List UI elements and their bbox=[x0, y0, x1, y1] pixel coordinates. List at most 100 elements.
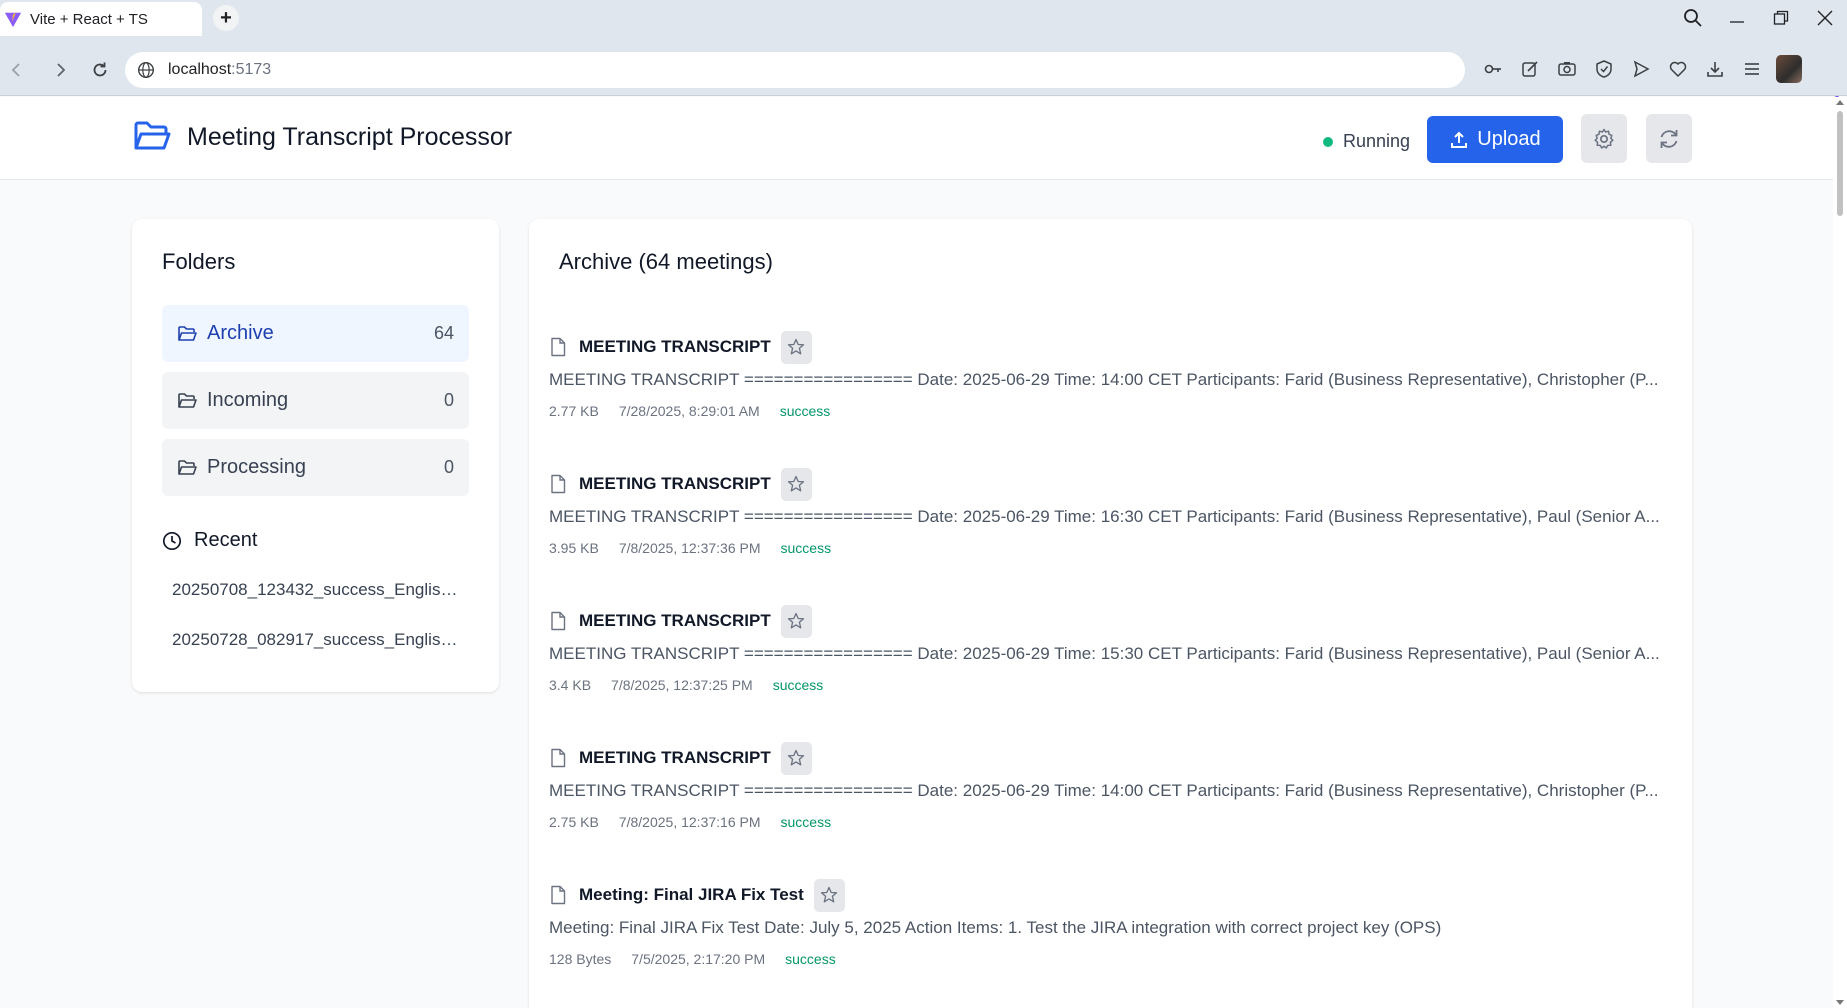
browser-tab[interactable]: Vite + React + TS bbox=[0, 2, 202, 36]
upload-button[interactable]: Upload bbox=[1427, 116, 1563, 163]
recent-heading: Recent bbox=[162, 529, 257, 552]
meeting-title: MEETING TRANSCRIPT bbox=[579, 611, 771, 630]
heart-icon[interactable] bbox=[1665, 56, 1691, 82]
meeting-date: 7/28/2025, 8:29:01 AM bbox=[618, 403, 760, 419]
meeting-title: MEETING TRANSCRIPT bbox=[579, 337, 771, 356]
folder-count: 64 bbox=[433, 323, 454, 343]
meeting-title: Meeting: Final JIRA Fix Test bbox=[579, 885, 804, 904]
minimize-icon[interactable] bbox=[1715, 0, 1759, 36]
forward-arrow-icon[interactable] bbox=[47, 57, 73, 83]
folder-count: 0 bbox=[443, 457, 454, 477]
upload-label: Upload bbox=[1477, 128, 1541, 150]
restore-icon[interactable] bbox=[1759, 0, 1803, 36]
scrollbar-thumb[interactable] bbox=[1837, 111, 1843, 216]
star-button[interactable] bbox=[780, 604, 812, 638]
star-button[interactable] bbox=[780, 467, 812, 501]
key-icon[interactable] bbox=[1480, 56, 1506, 82]
star-icon bbox=[821, 886, 838, 903]
folders-heading: Folders bbox=[162, 249, 236, 274]
scroll-down-arrow-icon[interactable] bbox=[1836, 1000, 1844, 1005]
meeting-item[interactable]: MEETING TRANSCRIPT MEETING TRANSCRIPT ==… bbox=[549, 604, 1674, 724]
profile-avatar[interactable] bbox=[1776, 55, 1802, 83]
document-icon bbox=[551, 474, 566, 494]
meetings-panel: Archive (64 meetings) MEETING TRANSCRIPT… bbox=[529, 219, 1692, 1008]
document-icon bbox=[551, 337, 566, 357]
reload-icon[interactable] bbox=[87, 57, 113, 83]
folder-count: 0 bbox=[443, 390, 454, 410]
folder-item-processing[interactable]: Processing 0 bbox=[162, 439, 469, 496]
back-arrow-icon[interactable] bbox=[4, 57, 30, 83]
address-bar[interactable]: localhost:5173 bbox=[125, 52, 1465, 88]
settings-button[interactable] bbox=[1581, 114, 1627, 163]
meeting-size: 2.75 KB bbox=[549, 814, 599, 830]
tab-title: Vite + React + TS bbox=[30, 10, 148, 28]
meeting-size: 2.77 KB bbox=[549, 403, 599, 419]
meetings-heading: Archive (64 meetings) bbox=[559, 249, 773, 274]
meeting-item[interactable]: MEETING TRANSCRIPT MEETING TRANSCRIPT ==… bbox=[549, 467, 1674, 587]
folder-item-incoming[interactable]: Incoming 0 bbox=[162, 372, 469, 429]
folder-item-archive[interactable]: Archive 64 bbox=[162, 305, 469, 362]
meeting-item[interactable]: MEETING TRANSCRIPT MEETING TRANSCRIPT ==… bbox=[549, 330, 1674, 450]
star-button[interactable] bbox=[780, 330, 812, 364]
meeting-status: success bbox=[785, 951, 836, 967]
meeting-date: 7/8/2025, 12:37:25 PM bbox=[611, 677, 753, 693]
search-tabs-icon[interactable] bbox=[1671, 0, 1715, 36]
page-scrollbar[interactable] bbox=[1833, 97, 1847, 1008]
window-controls bbox=[1671, 0, 1847, 36]
close-window-icon[interactable] bbox=[1803, 0, 1847, 36]
folder-label: Processing bbox=[207, 456, 306, 478]
meeting-status: success bbox=[780, 540, 832, 556]
camera-icon[interactable] bbox=[1554, 56, 1580, 82]
meeting-date: 7/5/2025, 2:17:20 PM bbox=[631, 951, 766, 967]
meeting-preview: Meeting: Final JIRA Fix Test Date: July … bbox=[549, 918, 1442, 937]
app-root: Meeting Transcript Processor Running Upl… bbox=[0, 97, 1833, 1008]
upload-icon bbox=[1451, 131, 1468, 148]
meeting-title: MEETING TRANSCRIPT bbox=[579, 474, 771, 493]
meeting-size: 3.4 KB bbox=[549, 677, 592, 693]
download-icon[interactable] bbox=[1702, 56, 1728, 82]
meeting-size: 3.95 KB bbox=[549, 540, 599, 556]
folder-icon bbox=[178, 325, 197, 341]
scroll-up-arrow-icon[interactable] bbox=[1836, 100, 1844, 105]
meeting-preview: MEETING TRANSCRIPT ================= Dat… bbox=[549, 507, 1660, 526]
browser-toolbar: localhost:5173 bbox=[0, 44, 1847, 130]
menu-lines-icon[interactable] bbox=[1739, 56, 1765, 82]
status-indicator: Running bbox=[1323, 131, 1410, 152]
recent-file-item[interactable]: 20250728_082917_success_English_... bbox=[172, 630, 462, 650]
edit-page-icon[interactable] bbox=[1517, 56, 1543, 82]
star-button[interactable] bbox=[780, 741, 812, 775]
clock-icon bbox=[162, 531, 182, 550]
page-title: Meeting Transcript Processor bbox=[187, 123, 513, 151]
folders-panel: Folders Archive 64 Incoming 0 Processing… bbox=[132, 219, 499, 692]
folder-icon bbox=[178, 392, 197, 408]
meeting-item[interactable]: MEETING TRANSCRIPT MEETING TRANSCRIPT ==… bbox=[549, 741, 1674, 861]
star-button[interactable] bbox=[813, 878, 845, 912]
send-icon[interactable] bbox=[1628, 56, 1654, 82]
meeting-item[interactable]: Meeting: Final JIRA Fix Test Meeting: Fi… bbox=[549, 878, 1674, 998]
meeting-title: MEETING TRANSCRIPT bbox=[579, 748, 771, 767]
status-dot bbox=[1323, 136, 1333, 147]
meeting-date: 7/8/2025, 12:37:16 PM bbox=[618, 814, 761, 830]
shield-check-icon[interactable] bbox=[1591, 56, 1617, 82]
url-port: :5173 bbox=[231, 61, 272, 78]
document-icon bbox=[551, 611, 566, 631]
meeting-date: 7/8/2025, 12:37:36 PM bbox=[618, 540, 761, 556]
refresh-button[interactable] bbox=[1646, 114, 1692, 163]
meeting-preview: MEETING TRANSCRIPT ================= Dat… bbox=[549, 370, 1659, 389]
folder-label: Incoming bbox=[207, 389, 289, 411]
star-icon bbox=[788, 475, 805, 492]
folder-open-icon bbox=[134, 121, 171, 150]
folder-label: Archive bbox=[207, 322, 274, 344]
document-icon bbox=[551, 748, 566, 768]
recent-label: Recent bbox=[194, 529, 258, 551]
app-header: Meeting Transcript Processor Running Upl… bbox=[0, 97, 1833, 180]
new-tab-plus-icon[interactable]: + bbox=[213, 5, 239, 31]
folder-icon bbox=[178, 459, 197, 475]
browser-tab-bar: Vite + React + TS + bbox=[0, 0, 1847, 44]
meeting-status: success bbox=[779, 403, 831, 419]
document-icon bbox=[551, 885, 566, 905]
recent-file-item[interactable]: 20250708_123432_success_English_... bbox=[172, 580, 462, 600]
gear-icon bbox=[1594, 128, 1614, 149]
url-host: localhost bbox=[168, 61, 232, 78]
star-icon bbox=[788, 338, 805, 355]
